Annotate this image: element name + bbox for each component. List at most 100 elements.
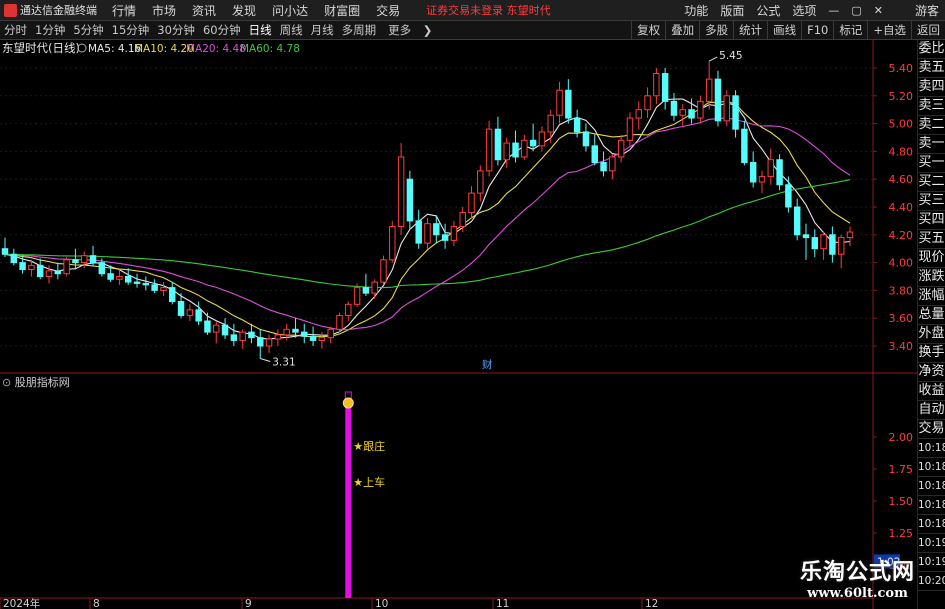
tab-monthly[interactable]: 月线 [307, 22, 338, 38]
candle [1, 237, 9, 258]
menu-item-market[interactable]: 行情 [104, 2, 144, 19]
candle [116, 269, 123, 285]
tool-add-watchlist[interactable]: +自选 [867, 21, 911, 39]
quote-labels: 委比 卖五 卖四 卖三 卖二 卖一 买一 买二 买三 买四 买五 现价 涨跌 涨幅 总量 外盘 换手 净资 收益 自动… [918, 40, 945, 439]
candle [204, 312, 211, 335]
finance-event-marker[interactable]: 财 [482, 358, 493, 371]
candle [468, 186, 475, 219]
candle-body [371, 281, 378, 294]
minimize-icon[interactable]: — [822, 4, 845, 17]
tab-1min[interactable]: 1分钟 [31, 22, 69, 38]
tab-15min[interactable]: 15分钟 [108, 22, 154, 38]
candle-body [837, 237, 845, 255]
candle [758, 170, 766, 194]
menu-item-wealth[interactable]: 财富圈 [316, 2, 368, 19]
tool-f10[interactable]: F10 [801, 21, 833, 39]
candle-body [274, 334, 282, 340]
tab-daily[interactable]: 日线 [245, 22, 276, 38]
candle [565, 79, 572, 124]
candle-body [54, 270, 62, 275]
candle [125, 268, 132, 285]
quote-label: 现价 [918, 249, 945, 268]
candle-body [565, 89, 572, 119]
candle [512, 130, 519, 163]
quote-label[interactable]: 自动 [918, 401, 945, 420]
candle [441, 223, 449, 249]
candle-body [36, 264, 44, 278]
guest-label[interactable]: 游客 [909, 2, 945, 19]
menu-item-discover[interactable]: 发现 [224, 2, 264, 19]
candle [767, 148, 775, 185]
quote-label[interactable]: 交易 [918, 420, 945, 439]
candle [195, 301, 202, 326]
candle-body [661, 73, 669, 102]
tool-statistics[interactable]: 统计 [733, 21, 767, 39]
close-icon[interactable]: ✕ [868, 4, 889, 17]
x-tick-label: 2024年 [3, 597, 40, 609]
high-pointer [708, 56, 718, 62]
maximize-icon[interactable]: ▢ [845, 4, 867, 17]
candle-body [626, 117, 634, 141]
candle [274, 329, 282, 346]
tool-mark[interactable]: 标记 [833, 21, 867, 39]
login-notice: 证券交易未登录 东望时代 [426, 4, 551, 17]
menu-item-ask[interactable]: 问小达 [264, 2, 316, 19]
candle [556, 81, 563, 124]
candle-body [107, 273, 114, 280]
main-menu: 行情 市场 资讯 发现 问小达 财富圈 交易 [104, 2, 408, 19]
tab-timeshare[interactable]: 分时 [0, 22, 31, 38]
kline-chart[interactable]: 5.45 3.31 财 5.40 5.20 5.00 4.80 4.60 4.40 4.20 4.… [0, 40, 918, 609]
tool-multi-stock[interactable]: 多股 [699, 21, 733, 39]
candle [697, 95, 704, 124]
candle-body [389, 225, 396, 261]
candle-body [142, 282, 150, 286]
candle-body [415, 220, 422, 244]
app-logo-icon [4, 3, 17, 17]
tool-adjust[interactable]: 复权 [631, 21, 665, 39]
candle-body [80, 255, 88, 264]
candle-body [1, 248, 9, 255]
candle [406, 170, 414, 230]
tab-more[interactable]: 更多 ❯ [380, 22, 440, 38]
chart-tools: 复权 叠加 多股 统计 画线 F10 标记 +自选 返回 [631, 21, 945, 39]
candle-body [450, 225, 458, 241]
menu-item-layout[interactable]: 版面 [714, 2, 750, 19]
signal-dot [342, 397, 354, 409]
ma20-legend: MA20: 4.48 [186, 43, 246, 55]
menu-item-exchange[interactable]: 市场 [144, 2, 184, 19]
title-bar: 通达信金融终端 行情 市场 资讯 发现 问小达 财富圈 交易 证券交易未登录 东… [0, 0, 945, 21]
candle [785, 176, 792, 213]
menu-item-function[interactable]: 功能 [678, 2, 714, 19]
tab-multi-period[interactable]: 多周期 [338, 22, 381, 38]
tab-60min[interactable]: 60分钟 [199, 22, 245, 38]
candle [450, 220, 458, 246]
tab-weekly[interactable]: 周线 [276, 22, 307, 38]
candle-body [820, 234, 827, 250]
quote-label: 总量 [918, 306, 945, 325]
indicator-menu-icon[interactable]: ⊙ [2, 376, 15, 389]
menu-item-news[interactable]: 资讯 [184, 2, 224, 19]
tool-draw-line[interactable]: 画线 [767, 21, 801, 39]
candle-body [653, 73, 660, 97]
trade-time: 10:19 [918, 553, 945, 572]
candle-body [380, 259, 387, 283]
candle-body [776, 159, 783, 186]
tool-overlay[interactable]: 叠加 [665, 21, 699, 39]
candle-body [248, 331, 255, 339]
ind-tick-label: 2.00 [889, 431, 914, 444]
tab-30min[interactable]: 30分钟 [153, 22, 199, 38]
menu-item-formula[interactable]: 公式 [750, 2, 786, 19]
candle [714, 70, 722, 127]
y-tick-label: 4.20 [889, 229, 914, 242]
y-tick-label: 5.20 [889, 90, 914, 103]
candle [609, 154, 616, 180]
period-tabs: 分时 1分钟 5分钟 15分钟 30分钟 60分钟 日线 周线 月线 多周期 更… [0, 22, 440, 38]
tab-5min[interactable]: 5分钟 [69, 22, 107, 38]
candle [485, 120, 493, 177]
menu-item-options[interactable]: 选项 [786, 2, 822, 19]
tool-back[interactable]: 返回 [911, 21, 945, 39]
candle [10, 248, 18, 266]
price-axis: 5.40 5.20 5.00 4.80 4.60 4.40 4.20 4.00 3.80 3.60… [873, 62, 913, 353]
trade-time: 10:18 [918, 515, 945, 534]
menu-item-trade[interactable]: 交易 [368, 2, 408, 19]
